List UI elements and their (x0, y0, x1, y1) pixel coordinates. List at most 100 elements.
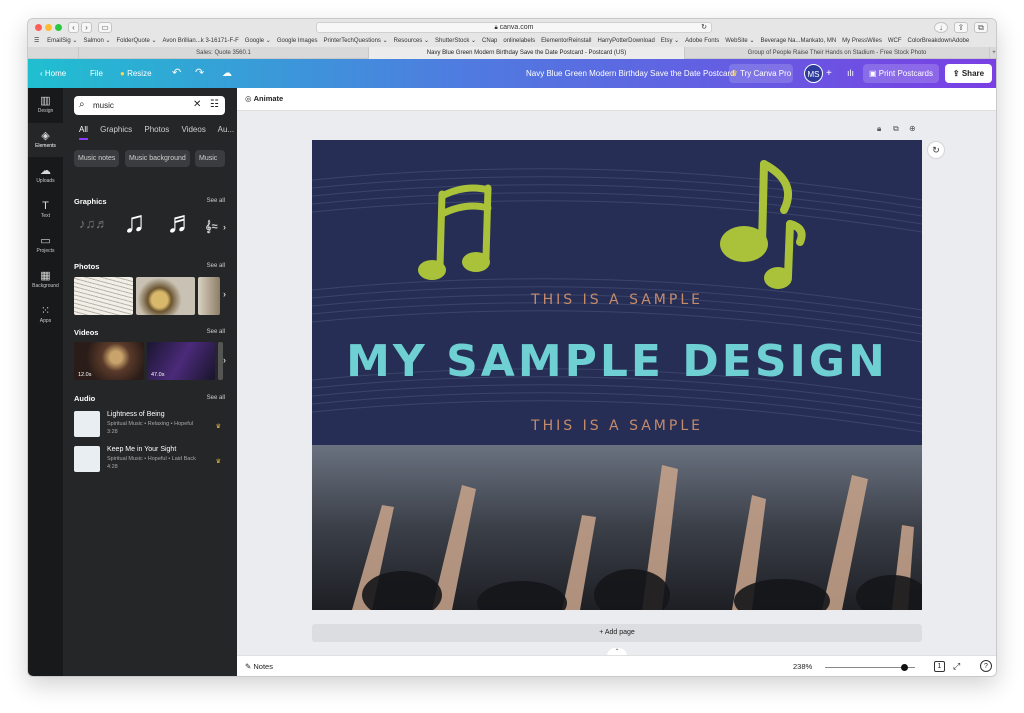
rail-item-uploads[interactable]: ☁ Uploads (28, 158, 63, 192)
redo-icon[interactable]: ↷ (195, 59, 204, 88)
bookmark-item[interactable]: ShutterStock ⌄ (435, 36, 476, 47)
bookmark-item[interactable]: FolderQuote ⌄ (116, 36, 156, 47)
bookmark-item[interactable]: EmailSig ⌄ (47, 36, 77, 47)
bookmark-item[interactable]: WebSite ⌄ (725, 36, 754, 47)
filter-icon[interactable]: ☷ (210, 99, 219, 110)
audio-track[interactable]: Lightness of Being Spiritual Music • Rel… (74, 411, 229, 439)
close-window-button[interactable] (35, 24, 42, 31)
address-bar[interactable]: 🔒︎ canva.com ↻ (316, 22, 712, 33)
rail-item-background[interactable]: ▦ Background (28, 263, 63, 297)
chevron-right-icon[interactable]: › (223, 222, 226, 232)
analytics-icon[interactable]: ılı (847, 59, 854, 88)
treble-clef-graphic[interactable]: 𝄞≈ (205, 221, 218, 234)
tabs-overview-icon[interactable]: ⧉ (974, 22, 988, 33)
chip-music-background[interactable]: Music background (125, 150, 190, 167)
zoom-slider[interactable] (825, 664, 915, 671)
add-page-button[interactable]: + Add page (312, 624, 922, 642)
bookmark-item[interactable]: ColorBreakdownAdobe (908, 36, 970, 47)
share-browser-icon[interactable]: ⇪ (954, 22, 968, 33)
tab-stock-photo[interactable]: Group of People Raise Their Hands on Sta… (684, 47, 989, 59)
page-count-button[interactable]: 1 (934, 661, 945, 672)
design-canvas[interactable]: THIS IS A SAMPLE MY SAMPLE DESIGN THIS I… (312, 140, 922, 610)
headline-text[interactable]: MY SAMPLE DESIGN (312, 336, 922, 387)
crowd-photo[interactable] (312, 445, 922, 610)
navy-background[interactable]: THIS IS A SAMPLE MY SAMPLE DESIGN THIS I… (312, 140, 922, 445)
trumpet-video[interactable]: 12.0s (74, 342, 144, 380)
forward-icon[interactable]: › (81, 22, 92, 33)
chip-music-notes[interactable]: Music notes (74, 150, 120, 167)
tab-photos[interactable]: Photos (144, 125, 169, 134)
zoom-window-button[interactable] (55, 24, 62, 31)
audio-see-all[interactable]: See all (207, 395, 225, 401)
keyboard-video[interactable]: 47.0s (147, 342, 215, 380)
bookmark-item[interactable]: Google ⌄ (245, 36, 271, 47)
sample-text-bottom[interactable]: THIS IS A SAMPLE (312, 418, 922, 434)
rail-item-projects[interactable]: ▭ Projects (28, 228, 63, 262)
document-title[interactable]: Navy Blue Green Modern Birthday Save the… (526, 59, 735, 88)
bookmark-item[interactable]: CNap (482, 36, 497, 47)
zoom-value[interactable]: 238% (793, 662, 812, 671)
back-icon[interactable]: ‹ (68, 22, 79, 33)
bookmark-item[interactable]: PrinterTechQuestions ⌄ (324, 36, 388, 47)
eighth-notes-graphic[interactable] (414, 174, 514, 294)
music-photo[interactable] (198, 277, 220, 315)
sixteenth-note-graphic[interactable]: ♬ (166, 206, 196, 240)
music-sheet-graphic[interactable]: ♪♫♬ (79, 216, 108, 231)
resize-button[interactable]: ● Resize (120, 59, 152, 88)
add-member-icon[interactable]: + (826, 59, 832, 88)
bookmarks-grid-icon[interactable]: ☰ (34, 36, 39, 47)
share-button[interactable]: ⇪ Share (945, 64, 992, 83)
tab-audio[interactable]: Au... (218, 125, 234, 134)
tab-canva-postcard[interactable]: Navy Blue Green Modern Birthday Save the… (368, 47, 684, 59)
sheet-music-photo[interactable] (74, 277, 133, 315)
bookmark-item[interactable]: Resources ⌄ (394, 36, 429, 47)
file-menu[interactable]: File (90, 59, 103, 88)
fullscreen-icon[interactable]: ⤢ (953, 661, 960, 672)
tab-sales-quote[interactable]: Sales: Quote 3560.1 (78, 47, 368, 59)
tab-all[interactable]: All (79, 125, 88, 140)
avatar[interactable]: MS (804, 64, 823, 83)
graphics-see-all[interactable]: See all (207, 198, 225, 204)
refresh-icon[interactable]: ↻ (927, 141, 945, 159)
bookmark-item[interactable]: My PressWiles (842, 36, 882, 47)
tab-graphics[interactable]: Graphics (100, 125, 132, 134)
sample-text-top[interactable]: THIS IS A SAMPLE (312, 292, 922, 308)
rail-item-text[interactable]: T Text (28, 193, 63, 227)
home-button[interactable]: ‹ Home (40, 59, 66, 88)
animate-button[interactable]: ◎ Animate (245, 94, 283, 103)
bookmark-item[interactable]: Avon Brillian...k 3-16171-F-F (163, 36, 239, 47)
bookmark-item[interactable]: Beverage Na...Mankato, MN (760, 36, 836, 47)
lock-icon[interactable]: 🔒︎ (877, 124, 881, 134)
bookmark-item[interactable]: Etsy ⌄ (661, 36, 679, 47)
photos-see-all[interactable]: See all (207, 263, 225, 269)
notes-button[interactable]: ✎ Notes (245, 662, 273, 671)
undo-icon[interactable]: ↶ (172, 59, 181, 88)
print-postcards-button[interactable]: ▣ Print Postcards (863, 64, 939, 83)
chevron-right-icon[interactable]: › (223, 289, 226, 299)
cloud-saved-icon[interactable]: ☁ (222, 59, 232, 88)
bookmark-item[interactable]: ElementorReinstall (541, 36, 591, 47)
bookmark-item[interactable]: Adobe Fonts (685, 36, 719, 47)
rail-item-apps[interactable]: ⁙ Apps (28, 298, 63, 332)
close-icon[interactable]: ✕ (193, 99, 201, 110)
bookmark-item[interactable]: WCF (888, 36, 902, 47)
new-tab-button[interactable]: + (989, 47, 996, 59)
add-page-icon[interactable]: ⊕ (909, 124, 916, 133)
rail-item-elements[interactable]: ◈ Elements (28, 123, 63, 157)
minimize-window-button[interactable] (45, 24, 52, 31)
help-icon[interactable]: ? (980, 660, 992, 672)
sidebar-icon[interactable]: ▭ (98, 22, 112, 33)
zoom-slider-handle[interactable] (901, 664, 909, 671)
rail-item-design[interactable]: ▥ Design (28, 88, 63, 122)
audio-track[interactable]: Keep Me in Your Sight Spiritual Music • … (74, 446, 229, 474)
bookmark-item[interactable]: Salmon ⌄ (83, 36, 110, 47)
instrument-photo[interactable] (136, 277, 195, 315)
bookmark-item[interactable]: onlinelabels (503, 36, 535, 47)
search-input[interactable]: ⌕ music ✕ ☷ (74, 96, 225, 115)
eighth-notes-graphic[interactable]: ♫ (123, 206, 146, 240)
videos-see-all[interactable]: See all (207, 329, 225, 335)
chip-music[interactable]: Music (195, 150, 225, 167)
bookmark-item[interactable]: HarryPotterDownload (597, 36, 654, 47)
download-icon[interactable]: ↓ (934, 22, 948, 33)
bookmark-item[interactable]: Google Images (277, 36, 318, 47)
